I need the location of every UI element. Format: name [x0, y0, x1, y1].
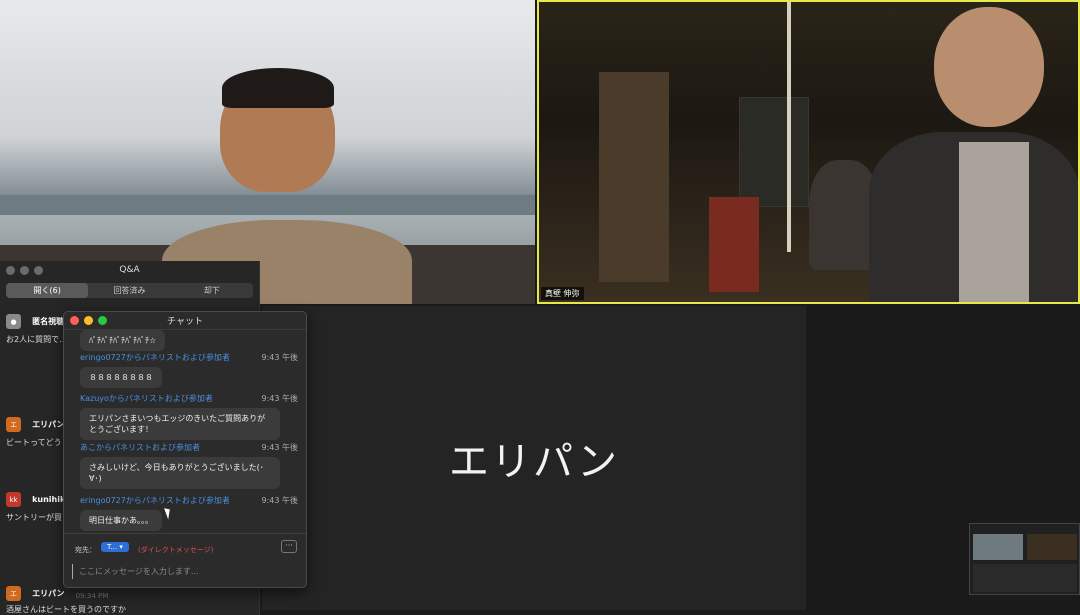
recipient-value: T...: [107, 543, 118, 551]
chat-panel: チャット ﾊﾟﾁﾊﾟﾁﾊﾟﾁﾊﾟﾁﾊﾟﾁ☆ eringo0727からパネリストお…: [63, 311, 307, 588]
qa-titlebar: Q&A: [0, 261, 259, 279]
chat-message-text: さみしいけど、今日もありがとうございました(･∀･): [80, 457, 280, 489]
tab-answered[interactable]: 回答済み: [88, 283, 170, 298]
chat-recipient: からパネリストおよび参加者: [125, 496, 230, 505]
person-foreground-head: [934, 7, 1044, 127]
chat-timestamp: 9:43 午後: [261, 496, 298, 505]
qa-author: エリパン: [32, 420, 65, 429]
qa-author: kunihik: [32, 495, 66, 504]
chat-message-text: エリパンさまいつもエッジのきいたご質問ありがとうございます！: [80, 408, 280, 440]
video-tile-bar[interactable]: 真壁 伸弥: [537, 0, 1080, 304]
chat-sender[interactable]: Kazuyo: [80, 394, 109, 403]
shirt: [959, 142, 1029, 302]
chat-compose-area: 宛先： T... ▾ (ダイレクトメッセージ) ···: [64, 533, 306, 587]
avatar: エ: [6, 586, 21, 601]
chevron-down-icon: ▾: [119, 543, 123, 551]
zoom-window: 真壁 伸弥 エリパン Q&A 開く(6) 回答済み 却下 ● 匿名視聴 お2人に…: [0, 0, 1080, 615]
bottle-box: [709, 197, 759, 292]
qa-author: 匿名視聴: [32, 317, 65, 326]
speaker-name-label: 真壁 伸弥: [541, 287, 584, 300]
thumbnail-chat: [973, 564, 1077, 592]
qa-title: Q&A: [119, 265, 140, 275]
direct-message-label: (ダイレクトメッセージ): [138, 546, 214, 554]
avatar: kk: [6, 492, 21, 507]
chat-message: Kazuyoからパネリストおよび参加者 9:43 午後 エリパンさまいつもエッジ…: [80, 393, 304, 440]
chat-timestamp: 9:43 午後: [261, 394, 298, 403]
recipient-select[interactable]: T... ▾: [101, 542, 129, 552]
menu-board: [739, 97, 809, 207]
chat-sender[interactable]: eringo0727: [80, 353, 126, 362]
gallery-thumbnail[interactable]: [969, 523, 1080, 595]
video-tile-beach[interactable]: [0, 0, 535, 304]
chat-message: eringo0727からパネリストおよび参加者 9:43 午後 明日仕事かあ。。…: [80, 495, 304, 531]
tab-dismissed[interactable]: 却下: [171, 283, 253, 298]
chat-recipient: からパネリストおよび参加者: [96, 443, 200, 452]
qa-timestamp: 09:34 PM: [75, 592, 109, 600]
sea-horizon: [0, 195, 535, 215]
chat-sender[interactable]: eringo0727: [80, 496, 126, 505]
recipient-label: 宛先：: [75, 546, 96, 554]
chat-message-text: ﾊﾟﾁﾊﾟﾁﾊﾟﾁﾊﾟﾁﾊﾟﾁ☆: [80, 330, 166, 351]
chat-recipient: からパネリストおよび参加者: [108, 394, 213, 403]
chat-sender[interactable]: あこ: [80, 443, 96, 452]
chat-message: ﾊﾟﾁﾊﾟﾁﾊﾟﾁﾊﾟﾁﾊﾟﾁ☆: [80, 326, 304, 351]
light-beam: [787, 2, 791, 252]
active-speaker-name: エリパン: [449, 439, 619, 485]
qa-question: 酒屋さんはビートを買うのですか: [6, 605, 126, 614]
thumbnail-video-1: [973, 534, 1023, 560]
chat-message-text: 明日仕事かあ。。。: [80, 510, 162, 531]
chat-input[interactable]: [72, 564, 297, 579]
tab-open[interactable]: 開く(6): [6, 283, 89, 298]
chat-timestamp: 9:43 午後: [261, 353, 298, 362]
chat-message: あこからパネリストおよび参加者 9:43 午後 さみしいけど、今日もありがとうご…: [80, 442, 304, 489]
person-hair: [222, 68, 334, 108]
active-speaker-tile[interactable]: エリパン: [262, 306, 806, 610]
chat-recipient: からパネリストおよび参加者: [125, 353, 230, 362]
user-icon: ●: [6, 314, 21, 329]
more-options-button[interactable]: ···: [281, 540, 297, 553]
avatar: エ: [6, 417, 21, 432]
chat-message-text: ８８８８８８８８: [80, 367, 162, 388]
qa-tabs: 開く(6) 回答済み 却下: [6, 283, 253, 298]
chat-timestamp: 9:43 午後: [261, 443, 298, 452]
qa-author: エリパン: [32, 589, 65, 598]
thumbnail-video-2: [1027, 534, 1077, 560]
chat-message: eringo0727からパネリストおよび参加者 9:43 午後 ８８８８８８８８: [80, 352, 304, 388]
door: [599, 72, 669, 282]
